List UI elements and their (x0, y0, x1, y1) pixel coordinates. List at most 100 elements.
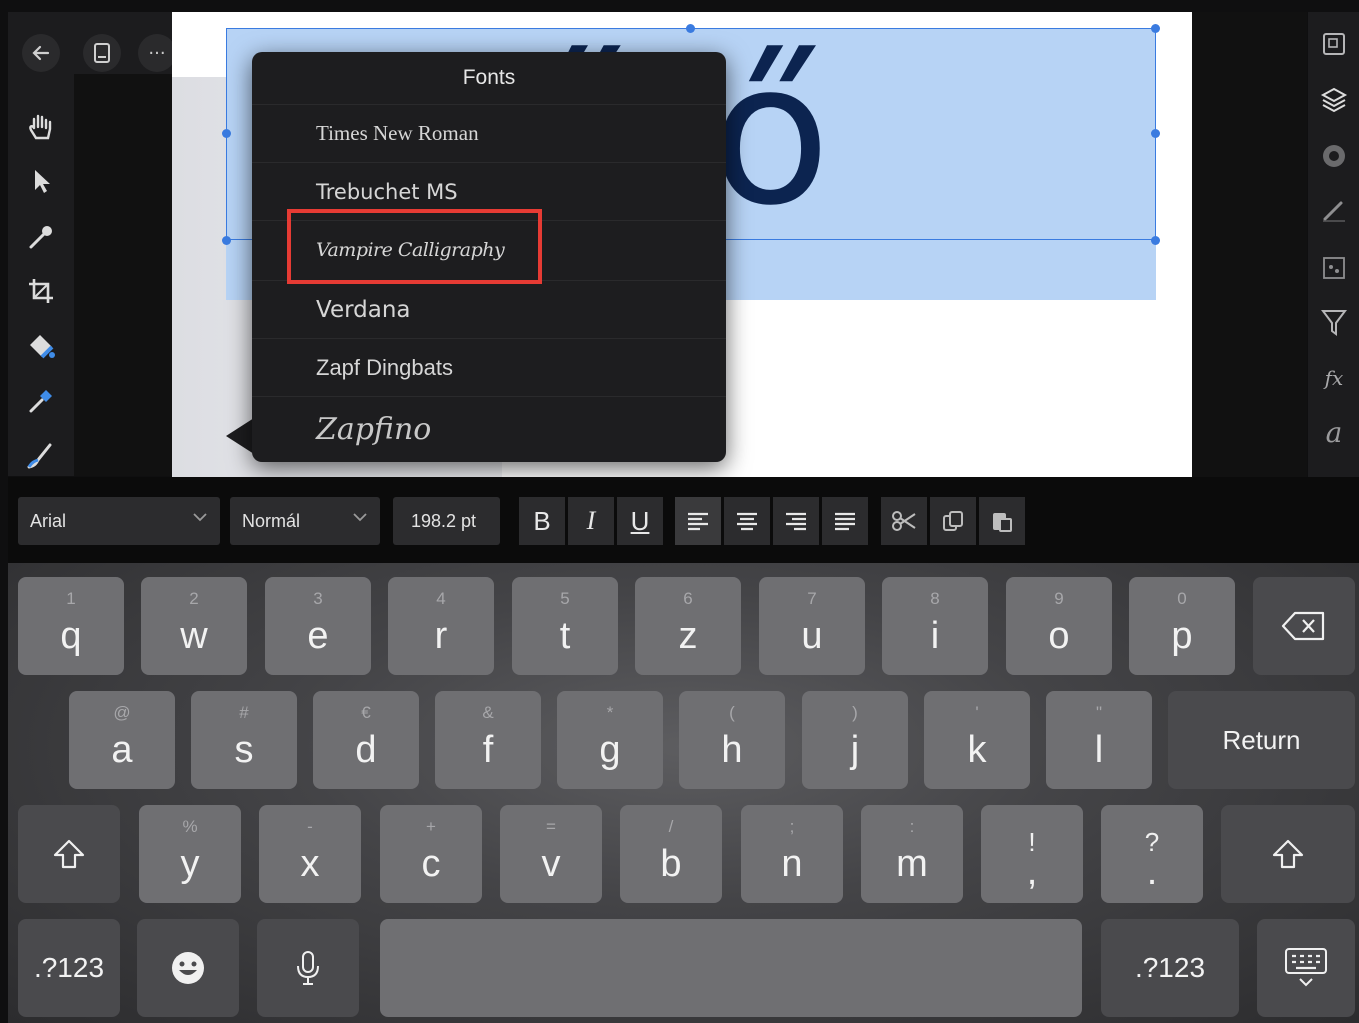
key-f[interactable]: & f (435, 691, 541, 789)
pen-icon[interactable] (24, 384, 58, 418)
key-alt: € (361, 703, 371, 722)
key-a[interactable]: @ a (69, 691, 175, 789)
filter-icon[interactable] (1318, 306, 1350, 338)
key-alt: ' (975, 703, 979, 722)
align-left-button[interactable] (675, 497, 721, 545)
key-main: k (967, 729, 987, 771)
more-icon[interactable]: ··· (138, 34, 176, 72)
key-alt: + (426, 817, 436, 836)
font-family-select[interactable]: Arial (18, 497, 220, 545)
key-main: i (930, 615, 940, 657)
shift-key-left[interactable] (18, 805, 120, 903)
font-style-select[interactable]: Normál (230, 497, 380, 545)
fx-icon[interactable]: fx (1318, 362, 1350, 394)
copy-button[interactable] (930, 497, 976, 545)
key-r[interactable]: 4r (388, 577, 494, 675)
key-comma[interactable]: !, (981, 805, 1083, 903)
key-i[interactable]: 8i (882, 577, 988, 675)
key-m[interactable]: :m (861, 805, 963, 903)
shift-key-right[interactable] (1221, 805, 1355, 903)
key-h[interactable]: (h (679, 691, 785, 789)
key-main: . (1146, 851, 1158, 893)
bold-button[interactable]: B (519, 497, 565, 545)
key-c[interactable]: + c (380, 805, 482, 903)
channels-icon[interactable] (1318, 252, 1350, 284)
shift-icon (53, 839, 85, 869)
align-center-button[interactable] (724, 497, 770, 545)
font-size-field[interactable]: 198.2 pt (393, 497, 500, 545)
key-j[interactable]: ) j (802, 691, 908, 789)
canvas-icon[interactable] (1318, 28, 1350, 60)
return-key[interactable]: Return (1168, 691, 1355, 789)
shift-icon (1272, 839, 1304, 869)
backspace-key[interactable] (1253, 577, 1355, 675)
align-right-button[interactable] (773, 497, 819, 545)
dictation-key[interactable] (257, 919, 359, 1017)
font-item-times-new-roman[interactable]: Times New Roman (252, 104, 726, 162)
key-d[interactable]: € d (313, 691, 419, 789)
key-alt: ; (789, 817, 795, 836)
key-s[interactable]: # s (191, 691, 297, 789)
key-b[interactable]: / b (620, 805, 722, 903)
paste-button[interactable] (979, 497, 1025, 545)
italic-button[interactable]: I (568, 497, 614, 545)
workspace-gutter (1192, 12, 1307, 477)
pointer-icon[interactable] (24, 164, 58, 198)
microphone-icon (297, 951, 319, 985)
key-g[interactable]: * g (557, 691, 663, 789)
key-y[interactable]: % y (139, 805, 241, 903)
key-period[interactable]: ?. (1101, 805, 1203, 903)
selection-handle[interactable] (1151, 129, 1160, 138)
numbers-key-left[interactable]: .?123 (18, 919, 120, 1017)
underline-button[interactable]: U (617, 497, 663, 545)
brush-settings-icon[interactable] (1318, 194, 1350, 226)
key-o[interactable]: 9o (1006, 577, 1112, 675)
document-icon[interactable] (83, 34, 121, 72)
key-alt: ) (852, 703, 858, 722)
adjustments-icon[interactable] (1318, 140, 1350, 172)
crop-icon[interactable] (24, 274, 58, 308)
numbers-key-right[interactable]: .?123 (1101, 919, 1239, 1017)
brush-icon[interactable] (24, 438, 58, 472)
key-w[interactable]: 2w (141, 577, 247, 675)
text-style-icon[interactable]: a (1318, 416, 1350, 449)
font-item-label: Trebuchet MS (316, 179, 458, 204)
selection-handle[interactable] (1151, 24, 1160, 33)
key-q[interactable]: 1q (18, 577, 124, 675)
key-main: j (850, 729, 860, 771)
justify-button[interactable] (822, 497, 868, 545)
key-alt: 4 (436, 589, 446, 608)
key-t[interactable]: 5t (512, 577, 618, 675)
key-z[interactable]: 6z (635, 577, 741, 675)
font-item-zapf-dingbats[interactable]: Zapf Dingbats (252, 338, 726, 396)
key-x[interactable]: -x (259, 805, 361, 903)
popover-title: Fonts (462, 66, 516, 89)
key-u[interactable]: 7u (759, 577, 865, 675)
key-v[interactable]: = v (500, 805, 602, 903)
key-alt: % (182, 817, 198, 836)
keyboard-dismiss-icon (1285, 948, 1327, 987)
layers-icon[interactable] (1318, 84, 1350, 116)
selection-handle[interactable] (222, 236, 231, 245)
key-e[interactable]: 3e (265, 577, 371, 675)
fill-bucket-icon[interactable] (24, 330, 58, 364)
cut-button[interactable] (881, 497, 927, 545)
back-arrow-icon[interactable] (22, 34, 60, 72)
key-l[interactable]: " l (1046, 691, 1152, 789)
key-n[interactable]: ; n (741, 805, 843, 903)
emoji-key[interactable] (137, 919, 239, 1017)
key-alt: - (307, 817, 313, 836)
key-main: r (434, 615, 448, 657)
selection-handle[interactable] (1151, 236, 1160, 245)
key-main: e (307, 615, 329, 657)
hide-keyboard-key[interactable] (1257, 919, 1355, 1017)
font-item-verdana[interactable]: Verdana (252, 280, 726, 338)
space-key[interactable] (380, 919, 1082, 1017)
hand-icon[interactable] (24, 110, 58, 144)
key-main: u (801, 615, 823, 657)
font-item-zapfino[interactable]: Zapfino (252, 396, 726, 462)
eyedropper-icon[interactable] (24, 220, 58, 254)
selection-handle[interactable] (222, 129, 231, 138)
key-k[interactable]: ' k (924, 691, 1030, 789)
key-p[interactable]: 0p (1129, 577, 1235, 675)
